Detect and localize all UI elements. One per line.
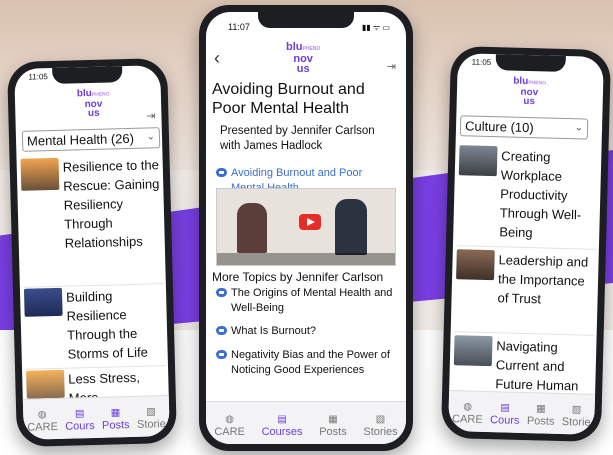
notch <box>52 66 123 84</box>
item-title: Building Resilience Through the Storms o… <box>65 288 149 362</box>
item-thumbnail <box>453 335 493 367</box>
posts-icon: ▦ <box>110 407 121 419</box>
item-thumbnail <box>20 157 60 191</box>
item-title: Creating Workplace Productivity Through … <box>499 148 582 241</box>
chat-bubble-icon <box>216 168 227 177</box>
chat-bubble-icon <box>216 326 227 335</box>
tab-posts[interactable]: ▦ Posts <box>102 407 130 438</box>
center-phone-screen: 11:07 ▮▮ ᯤ ▭ ‹ bluPHENO nov us ⇥ Avoiding… <box>206 12 406 444</box>
tab-care[interactable]: ◍ CARE <box>452 401 483 432</box>
chat-bubble-icon <box>216 288 227 297</box>
logout-icon[interactable]: ⇥ <box>387 60 396 73</box>
tab-care[interactable]: ◍ CARE <box>27 409 58 440</box>
page-title: Avoiding Burnout and Poor Mental Health <box>212 81 365 117</box>
chat-bubble-icon <box>216 350 227 359</box>
video-player[interactable] <box>216 188 396 266</box>
tab-courses[interactable]: ▤ Courses <box>262 414 303 444</box>
status-time: 11:05 <box>471 57 492 68</box>
right-phone-screen: 11:05 bluPHENO nov us Culture (10) ⌄ Creat… <box>448 53 604 435</box>
video-person-left <box>237 203 267 253</box>
status-time: 11:05 <box>28 72 48 82</box>
item-title: Leadership and the Importance of Trust <box>497 252 589 307</box>
notch <box>258 12 354 28</box>
list-item[interactable]: Creating Workplace Productivity Through … <box>456 145 600 250</box>
left-phone-screen: 11:05 bluPHENO nov us ⇥ Mental Health (26… <box>14 65 170 440</box>
stories-icon: ▧ <box>571 404 582 416</box>
item-thumbnail <box>26 369 65 399</box>
status-time: 11:07 <box>228 22 250 32</box>
play-icon[interactable] <box>299 214 321 230</box>
video-controls[interactable] <box>217 253 395 265</box>
video-person-right <box>335 199 367 255</box>
courses-icon: ▤ <box>277 414 287 425</box>
topic-link[interactable]: Negativity Bias and the Power of Noticin… <box>216 348 400 377</box>
posts-icon: ▦ <box>536 403 546 415</box>
back-chevron-icon[interactable]: ‹ <box>214 48 220 69</box>
category-select[interactable]: Mental Health (26) ⌄ <box>21 127 161 152</box>
category-select[interactable]: Culture (10) ⌄ <box>459 115 589 140</box>
tab-posts[interactable]: ▦ Posts <box>319 414 347 444</box>
item-thumbnail <box>456 249 495 281</box>
tab-courses[interactable]: ▤ Cours <box>65 408 95 439</box>
left-phone: 11:05 bluPHENO nov us ⇥ Mental Health (26… <box>6 57 178 448</box>
tab-bar: ◍ CARE ▤ Cours ▦ Posts ▧ Storie <box>22 395 170 440</box>
tab-stories[interactable]: ▧ Storie <box>562 404 592 435</box>
courses-icon: ▤ <box>74 408 85 420</box>
list-item[interactable]: Building Resilience Through the Storms o… <box>23 285 166 370</box>
app-logo: bluPHENO nov us <box>286 41 321 75</box>
item-title: Resilience to the Rescue: Gaining Resili… <box>62 157 160 251</box>
tab-stories[interactable]: ▧ Stories <box>363 414 397 444</box>
chevron-down-icon: ⌄ <box>574 122 584 134</box>
tab-courses[interactable]: ▤ Cours <box>490 402 520 433</box>
item-title: Navigating Current and Future Human <box>495 338 579 394</box>
center-phone: 11:07 ▮▮ ᯤ ▭ ‹ bluPHENO nov us ⇥ Avoiding… <box>199 5 413 451</box>
presenter-text: Presented by Jennifer Carlson with James… <box>220 125 375 152</box>
item-thumbnail <box>458 145 498 177</box>
posts-icon: ▦ <box>328 414 338 425</box>
courses-icon: ▤ <box>500 402 510 414</box>
care-icon: ◍ <box>225 414 234 425</box>
chevron-down-icon: ⌄ <box>146 131 156 143</box>
notch <box>495 54 566 72</box>
more-topics-heading: More Topics by Jennifer Carlson <box>212 270 384 284</box>
stories-icon: ▧ <box>375 414 386 425</box>
tab-bar: ◍ CARE ▤ Cours ▦ Posts ▧ Storie <box>448 390 596 435</box>
care-icon: ◍ <box>463 401 473 413</box>
tab-posts[interactable]: ▦ Posts <box>527 403 555 434</box>
app-logo: bluPHENO nov us <box>513 75 547 108</box>
status-icons: ▮▮ ᯤ ▭ <box>361 23 390 32</box>
right-phone: 11:05 bluPHENO nov us Culture (10) ⌄ Creat… <box>440 45 612 443</box>
topic-link[interactable]: What Is Burnout? <box>216 324 396 339</box>
tab-care[interactable]: ◍ CARE <box>214 414 245 444</box>
item-thumbnail <box>23 287 63 317</box>
care-icon: ◍ <box>37 409 47 421</box>
topic-link[interactable]: The Origins of Mental Health and Well-Be… <box>216 286 396 315</box>
tab-bar: ◍ CARE ▤ Courses ▦ Posts ▧ Stories <box>206 401 406 444</box>
tab-stories[interactable]: ▧ Storie <box>137 406 167 437</box>
list-item[interactable]: Leadership and the Importance of Trust <box>454 249 597 336</box>
list-item[interactable]: Resilience to the Rescue: Gaining Resili… <box>20 155 164 288</box>
logout-icon[interactable]: ⇥ <box>146 109 156 122</box>
list-item[interactable]: Navigating Current and Future Human <box>453 335 595 399</box>
stories-icon: ▧ <box>146 406 156 418</box>
app-logo: bluPHENO nov us <box>76 87 110 120</box>
